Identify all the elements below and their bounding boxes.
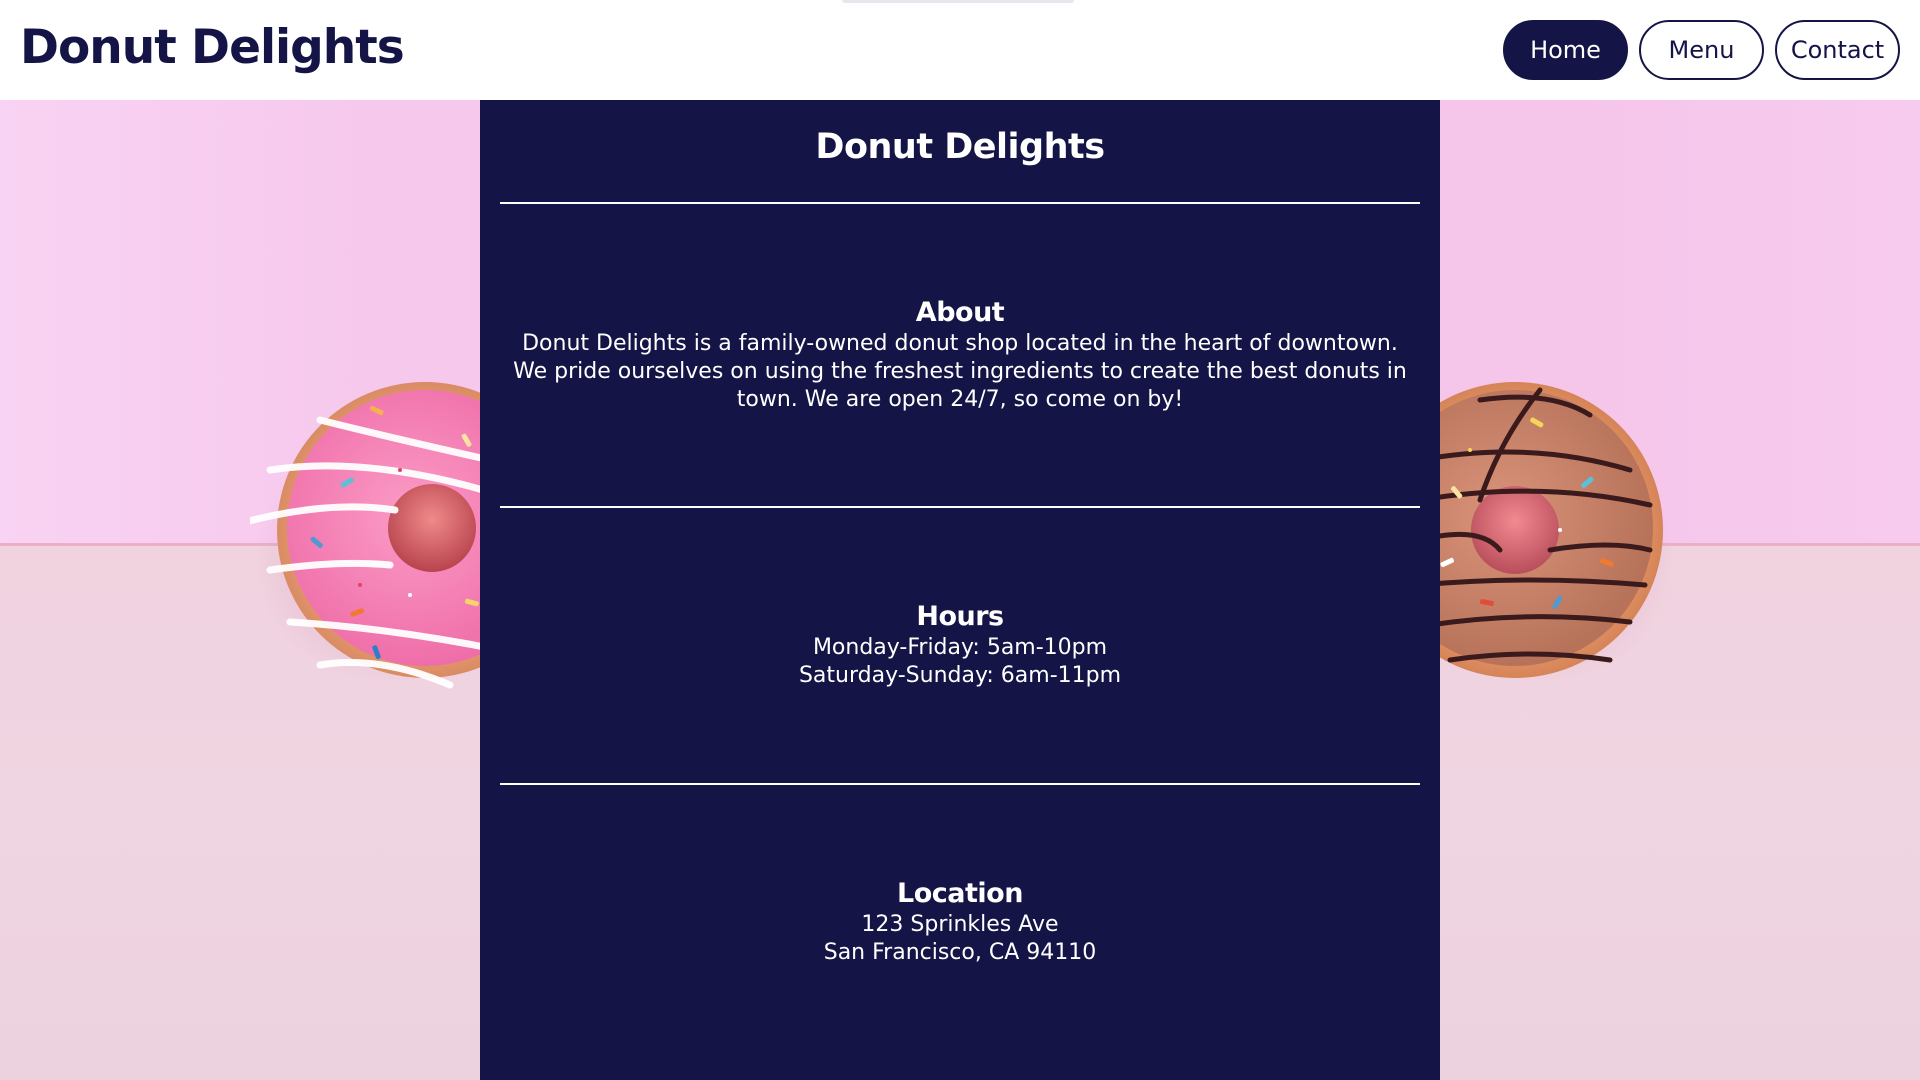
pink-donut-icon <box>250 382 510 689</box>
info-panel: Donut Delights About Donut Delights is a… <box>480 100 1440 1080</box>
location-heading: Location <box>897 878 1023 909</box>
panel-title: Donut Delights <box>815 127 1105 167</box>
location-section: Location 123 Sprinkles Ave San Francisco… <box>510 877 1410 967</box>
divider <box>500 783 1420 785</box>
hours-weekend: Saturday-Sunday: 6am-11pm <box>798 663 1122 688</box>
hours-section: Hours Monday-Friday: 5am-10pm Saturday-S… <box>510 600 1410 690</box>
site-header: Donut Delights Home Menu Contact <box>0 0 1920 100</box>
about-heading: About <box>915 297 1005 328</box>
divider <box>500 506 1420 508</box>
location-city: San Francisco, CA 94110 <box>823 940 1097 965</box>
about-text: Donut Delights is a family-owned donut s… <box>513 331 1407 412</box>
hours-weekdays: Monday-Friday: 5am-10pm <box>812 635 1108 660</box>
nav-contact-button[interactable]: Contact <box>1775 20 1900 80</box>
hours-heading: Hours <box>916 601 1004 632</box>
site-brand[interactable]: Donut Delights <box>20 18 405 78</box>
about-section: About Donut Delights is a family-owned d… <box>510 296 1410 414</box>
main-nav: Home Menu Contact <box>1503 20 1900 80</box>
location-street: 123 Sprinkles Ave <box>861 912 1059 937</box>
nav-menu-button[interactable]: Menu <box>1639 20 1764 80</box>
nav-home-button[interactable]: Home <box>1503 20 1628 80</box>
header-notch <box>842 0 1074 3</box>
divider <box>500 202 1420 204</box>
chocolate-donut-icon <box>1420 382 1675 685</box>
